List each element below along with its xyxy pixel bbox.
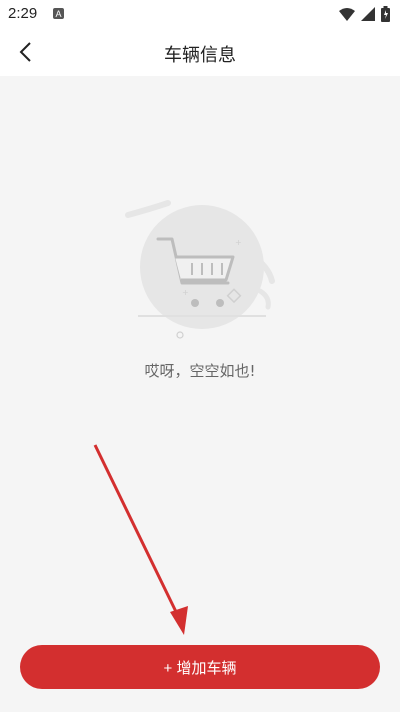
- shopping-cart-icon: + +: [125, 200, 275, 339]
- status-icons: [339, 6, 390, 22]
- empty-state-message: 哎呀，空空如也!: [144, 362, 256, 380]
- red-annotation-arrow: [93, 444, 188, 635]
- status-bar: 2:29 A: [0, 0, 400, 28]
- page-title: 车辆信息: [164, 45, 236, 66]
- notification-a-icon: A: [53, 8, 64, 19]
- wifi-icon: [339, 7, 355, 21]
- svg-text:+: +: [235, 238, 242, 247]
- svg-text:A: A: [56, 9, 62, 19]
- status-time: 2:29: [8, 5, 38, 22]
- add-vehicle-button[interactable]: + 增加车辆: [20, 645, 380, 689]
- battery-icon: [381, 6, 390, 22]
- empty-cart-illustration: + +: [120, 195, 280, 345]
- signal-icon: [361, 7, 375, 21]
- svg-text:+: +: [182, 288, 189, 297]
- header: 车辆信息: [0, 28, 400, 76]
